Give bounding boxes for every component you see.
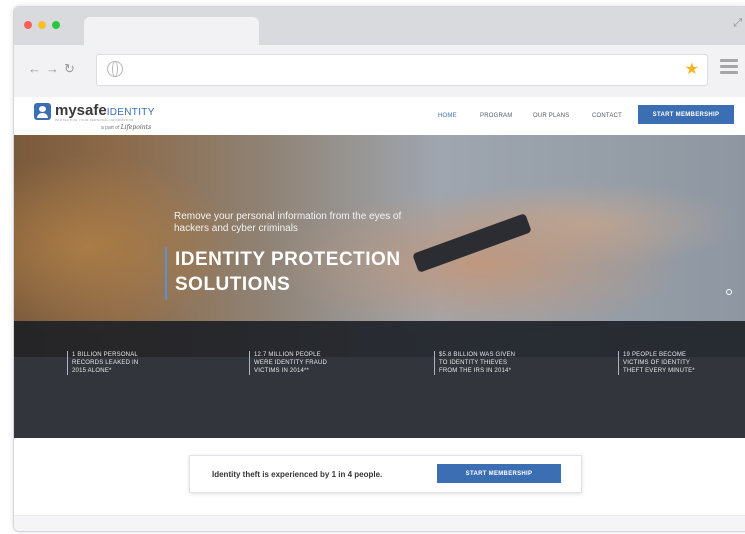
site-header: mysafeIDENTITY PROTECTING YOUR PERSONAL …	[14, 97, 745, 135]
stat-item: 12.7 MILLION PEOPLE WERE IDENTITY FRAUD …	[249, 351, 327, 375]
bookmark-star-icon[interactable]: ★	[685, 59, 699, 79]
browser-tab[interactable]	[84, 17, 259, 47]
cta-text: Identity theft is experienced by 1 in 4 …	[212, 470, 383, 479]
cta-bar: Identity theft is experienced by 1 in 4 …	[189, 455, 582, 493]
expand-icon[interactable]: ⤢	[733, 17, 742, 30]
nav-contact[interactable]: CONTACT	[592, 113, 622, 119]
nav-our-plans[interactable]: OUR PLANS	[533, 113, 569, 119]
logo-word-mysafe: mysafe	[55, 102, 107, 119]
carousel-dot[interactable]	[726, 289, 732, 295]
browser-window: ⤢ ← → ↻ ★ mysafeIDENTITY PROTECTING YOUR…	[13, 6, 745, 532]
forward-button[interactable]: →	[46, 61, 59, 77]
stat-item: 19 PEOPLE BECOME VICTIMS OF IDENTITY THE…	[618, 351, 695, 375]
stat-item: 1 BILLION PERSONAL RECORDS LEAKED IN 201…	[67, 351, 138, 375]
nav-program[interactable]: PROGRAM	[480, 113, 512, 119]
nav-home[interactable]: HOME	[438, 113, 457, 119]
page-footer-strip	[14, 515, 745, 531]
browser-menu-icon[interactable]	[720, 59, 738, 77]
hero-title-line-1: IDENTITY PROTECTION	[175, 249, 401, 270]
hero-title: IDENTITY PROTECTION SOLUTIONS	[175, 247, 475, 297]
globe-icon	[107, 61, 123, 77]
hero-accent-bar	[165, 247, 167, 300]
reload-button[interactable]: ↻	[64, 61, 75, 77]
tab-bar: ⤢	[14, 7, 745, 47]
parent-brand: Lifepoints	[120, 124, 152, 131]
logo-word-identity: IDENTITY	[106, 107, 155, 118]
back-button[interactable]: ←	[28, 61, 41, 77]
shield-logo-icon[interactable]	[34, 103, 51, 120]
address-bar[interactable]: ★	[96, 54, 708, 86]
maximize-window-button[interactable]	[52, 21, 60, 29]
minimize-window-button[interactable]	[38, 21, 46, 29]
stats-band: 1 BILLION PERSONAL RECORDS LEAKED IN 201…	[14, 321, 745, 438]
hero-subtitle: Remove your personal information from th…	[174, 211, 402, 234]
cta-start-membership-button[interactable]: START MEMBERSHIP	[437, 464, 561, 483]
logo-part-of: a part of Lifepoints	[101, 124, 151, 131]
stat-item: $5.8 BILLION WAS GIVEN TO IDENTITY THIEV…	[434, 351, 515, 375]
close-window-button[interactable]	[24, 21, 32, 29]
logo-tagline: PROTECTING YOUR PERSONAL INFORMATION	[55, 118, 134, 122]
browser-toolbar: ← → ↻ ★	[14, 45, 745, 97]
part-of-label: a part of	[101, 125, 120, 131]
website-viewport: mysafeIDENTITY PROTECTING YOUR PERSONAL …	[14, 97, 745, 531]
hero-title-line-2: SOLUTIONS	[175, 274, 291, 295]
header-start-membership-button[interactable]: START MEMBERSHIP	[638, 105, 734, 124]
